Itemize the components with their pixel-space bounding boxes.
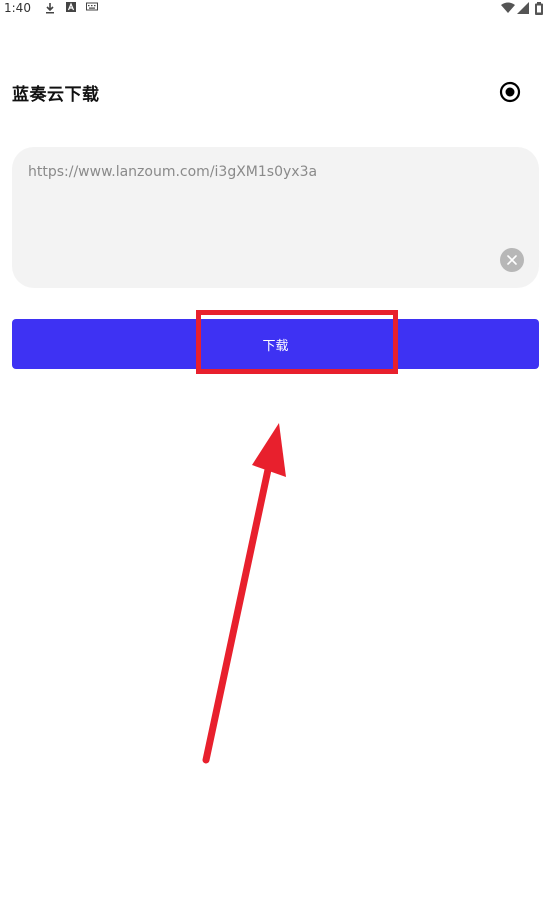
url-input-field[interactable]: https://www.lanzoum.com/i3gXM1s0yx3a	[12, 147, 539, 288]
clear-icon[interactable]	[500, 248, 524, 272]
record-button[interactable]	[498, 80, 522, 104]
arrow-head	[252, 423, 286, 477]
signal-icon	[517, 2, 529, 14]
url-input-value[interactable]: https://www.lanzoum.com/i3gXM1s0yx3a	[28, 164, 317, 180]
download-icon	[46, 3, 54, 14]
keyboard-icon	[86, 2, 98, 11]
arrow-shaft	[202, 461, 273, 764]
record-icon[interactable]	[498, 80, 522, 104]
status-time: 1:40	[4, 1, 31, 15]
download-button[interactable]: 下载	[12, 319, 539, 369]
arrow-annotation	[202, 423, 286, 764]
status-bar: 1:40	[0, 0, 548, 16]
page-title: 蓝奏云下载	[12, 85, 100, 105]
clear-button[interactable]	[500, 248, 524, 272]
font-a-icon	[66, 2, 76, 12]
battery-icon	[535, 2, 543, 15]
wifi-icon	[501, 2, 515, 13]
screen: 1:40 蓝奏云下载 https://www.lanzoum.com/i3gXM…	[0, 0, 548, 921]
download-button-label: 下载	[262, 339, 289, 354]
